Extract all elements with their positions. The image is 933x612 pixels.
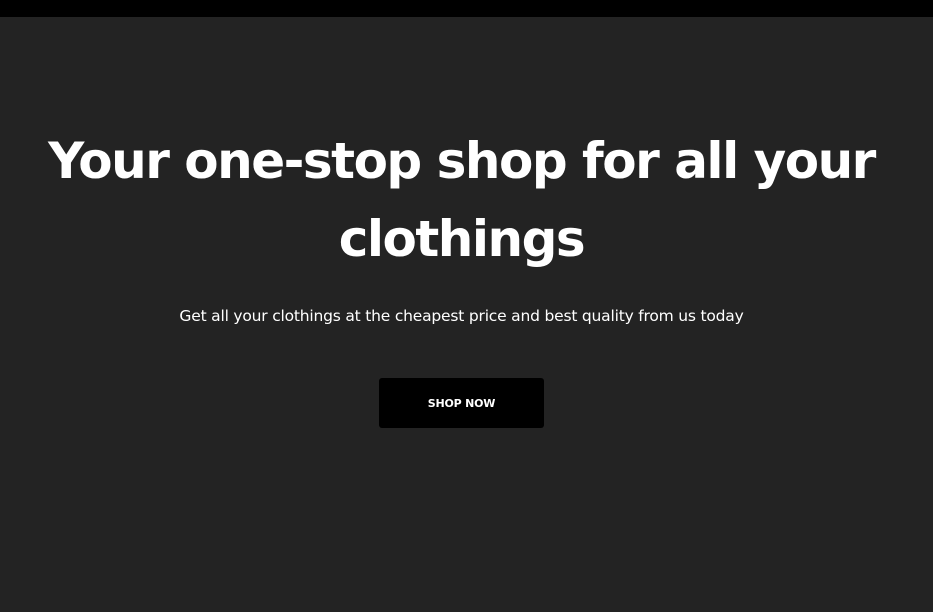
hero-subtitle: Get all your clothings at the cheapest p… bbox=[179, 307, 744, 325]
top-bar bbox=[0, 0, 933, 17]
hero-title: Your one-stop shop for all your clothing… bbox=[48, 132, 876, 268]
shop-now-button[interactable]: SHOP NOW bbox=[379, 378, 544, 428]
